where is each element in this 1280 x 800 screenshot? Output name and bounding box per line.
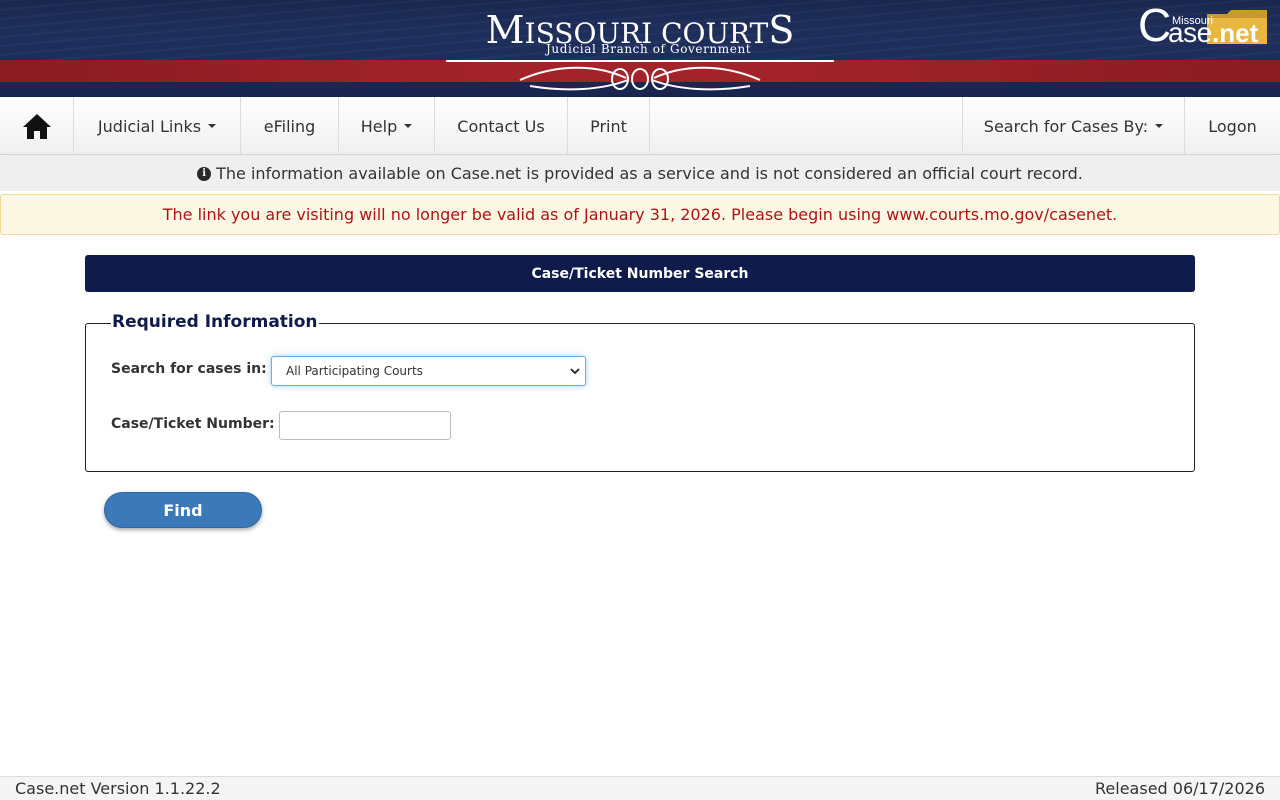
logo-subtitle: Judicial Branch of Government <box>546 42 752 56</box>
nav-judicial-links[interactable]: Judicial Links <box>74 97 241 155</box>
nav-efiling[interactable]: eFiling <box>241 97 339 155</box>
nav-search-cases-by-label: Search for Cases By: <box>983 116 1149 136</box>
court-select[interactable]: All Participating Courts <box>271 356 586 386</box>
warning-alert-text: The link you are visiting will no longer… <box>162 205 1118 224</box>
caret-down-icon <box>1155 124 1164 128</box>
court-select-value: All Participating Courts <box>286 364 423 378</box>
required-info-legend: Required Information <box>111 310 319 334</box>
nav-print[interactable]: Print <box>568 97 650 155</box>
home-icon <box>22 114 51 139</box>
site-banner: MISSOURI COURTS Judicial Branch of Gover… <box>0 0 1280 97</box>
nav-efiling-label: eFiling <box>263 116 316 136</box>
caret-down-icon <box>208 124 217 128</box>
missouri-courts-logo[interactable]: MISSOURI COURTS Judicial Branch of Gover… <box>446 10 834 94</box>
main-navbar: Judicial Links eFiling Help Contact Us P… <box>0 97 1280 155</box>
chevron-down-icon <box>570 368 580 375</box>
casenet-logo-c: C <box>1138 0 1172 51</box>
case-number-input[interactable] <box>279 411 451 440</box>
nav-home[interactable] <box>0 97 74 155</box>
court-select-label: Search for cases in: <box>111 361 267 377</box>
nav-logon-label: Logon <box>1208 116 1257 136</box>
info-notice: i The information available on Case.net … <box>0 156 1280 191</box>
page-footer: Case.net Version 1.1.22.2 Released 06/17… <box>0 776 1280 800</box>
nav-print-label: Print <box>590 116 627 136</box>
logo-title-s: S <box>768 8 795 52</box>
search-panel-heading: Case/Ticket Number Search <box>85 255 1195 292</box>
logo-title-m: M <box>485 8 525 52</box>
nav-judicial-links-label: Judicial Links <box>97 116 202 136</box>
nav-contact-us-label: Contact Us <box>457 116 545 136</box>
casenet-logo-net: .net <box>1212 18 1259 48</box>
find-button[interactable]: Find <box>104 492 262 528</box>
warning-alert: The link you are visiting will no longer… <box>0 194 1280 235</box>
nav-help-label: Help <box>360 116 398 136</box>
released-text: Released 06/17/2026 <box>1095 779 1265 798</box>
search-panel-title: Case/Ticket Number Search <box>531 265 749 282</box>
required-info-fieldset <box>85 323 1195 472</box>
info-notice-text: The information available on Case.net is… <box>216 164 1083 183</box>
casenet-logo[interactable]: C Missouri ase .net <box>1138 0 1272 50</box>
nav-contact-us[interactable]: Contact Us <box>435 97 568 155</box>
nav-help[interactable]: Help <box>339 97 435 155</box>
casenet-logo-ase: ase <box>1168 17 1212 48</box>
find-button-label: Find <box>163 500 203 520</box>
logo-flourish-icon <box>519 66 761 91</box>
nav-logon[interactable]: Logon <box>1185 97 1280 155</box>
version-text: Case.net Version 1.1.22.2 <box>15 779 221 798</box>
nav-search-cases-by[interactable]: Search for Cases By: <box>962 97 1185 155</box>
caret-down-icon <box>404 124 413 128</box>
info-icon: i <box>197 166 212 181</box>
case-number-label: Case/Ticket Number: <box>111 416 275 432</box>
